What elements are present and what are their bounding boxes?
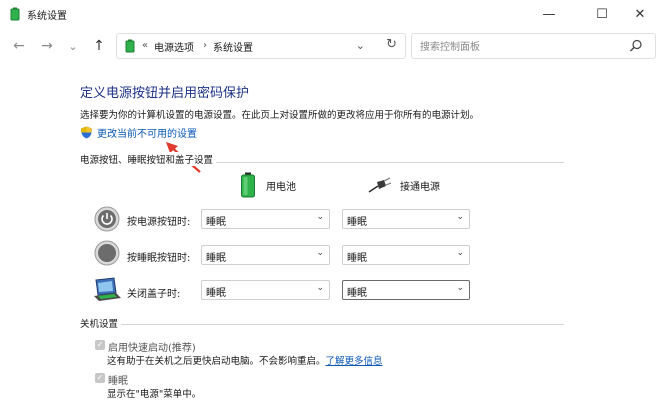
overflow-icon: « — [142, 40, 149, 51]
fast-startup-checkbox[interactable]: ✓ — [95, 340, 105, 350]
sleep-button-plugged-select[interactable]: 睡眠 ⌄ — [342, 245, 470, 265]
sleep-checkbox[interactable]: ✓ — [95, 373, 105, 383]
recent-locations-button[interactable]: ⌄ — [64, 37, 82, 55]
chevron-down-icon: ⌄ — [456, 283, 464, 293]
learn-more-link[interactable]: 了解更多信息 — [326, 356, 383, 367]
window-title: 系统设置 — [27, 11, 67, 22]
checkmark-icon: ✓ — [96, 340, 104, 349]
sleep-label: 睡眠 — [108, 376, 128, 387]
breadcrumb-system-settings[interactable]: 系统设置 — [213, 39, 253, 54]
power-options-icon — [10, 7, 20, 21]
chevron-down-icon: ⌄ — [316, 248, 324, 258]
forward-arrow-icon: → — [41, 38, 53, 54]
forward-button[interactable]: → — [38, 37, 56, 55]
sleep-button-icon — [94, 240, 120, 266]
shutdown-group-divider — [80, 324, 564, 325]
lid-close-battery-select[interactable]: 睡眠 ⌄ — [201, 280, 330, 300]
close-button[interactable]: ✕ — [617, 0, 663, 28]
minimize-button[interactable]: — — [526, 0, 572, 28]
minimize-icon: — — [542, 6, 556, 22]
chevron-down-icon: ⌄ — [456, 212, 464, 222]
address-bar[interactable]: « 电源选项 › 系统设置 ⌄ ↻ — [116, 33, 406, 59]
selected-value: 睡眠 — [347, 217, 367, 228]
chevron-down-icon: ⌄ — [68, 39, 78, 53]
fast-startup-description: 这有助于在关机之后更快启动电脑。不会影响重启。了解更多信息 — [107, 353, 383, 367]
laptop-lid-icon — [94, 277, 121, 301]
sleep-button-label: 按睡眠按钮时: — [127, 253, 191, 264]
shutdown-group-title: 关机设置 — [80, 316, 122, 330]
power-group-title: 电源按钮、睡眠按钮和盖子设置 — [80, 152, 217, 166]
fast-startup-label: 启用快速启动(推荐) — [108, 343, 196, 354]
checkmark-icon: ✓ — [96, 373, 104, 382]
up-arrow-icon: ↑ — [93, 38, 105, 54]
lid-close-plugged-select[interactable]: 睡眠 ⌄ — [342, 280, 470, 300]
power-button-label: 按电源按钮时: — [127, 217, 191, 228]
address-row: ← → ⌄ ↑ « 电源选项 › 系统设置 ⌄ ↻ — [0, 28, 663, 64]
uac-shield-icon — [81, 126, 92, 139]
column-plugged-in: 接通电源 — [368, 176, 440, 194]
breadcrumb-separator-icon: › — [203, 40, 207, 51]
power-plug-icon — [368, 177, 392, 193]
search-box[interactable] — [411, 33, 656, 59]
search-input[interactable] — [418, 38, 622, 56]
sleep-description: 显示在"电源"菜单中。 — [107, 389, 202, 400]
chevron-down-icon: ⌄ — [456, 248, 464, 258]
power-button-battery-select[interactable]: 睡眠 ⌄ — [201, 209, 330, 229]
selected-value: 睡眠 — [206, 253, 226, 264]
fast-startup-desc-text: 这有助于在关机之后更快启动电脑。不会影响重启。 — [107, 356, 326, 367]
back-button[interactable]: ← — [10, 37, 28, 55]
page-description: 选择要为你的计算机设置的电源设置。在此页上对设置所做的更改将应用于你所有的电源计… — [80, 110, 480, 121]
lid-close-label: 关闭盖子时: — [127, 289, 181, 300]
up-button[interactable]: ↑ — [90, 37, 108, 55]
maximize-icon: ☐ — [596, 6, 608, 22]
selected-value: 睡眠 — [206, 288, 226, 299]
selected-value: 睡眠 — [347, 253, 367, 264]
column-battery-label: 用电池 — [266, 181, 296, 193]
back-arrow-icon: ← — [13, 38, 25, 54]
title-bar: 系统设置 — ☐ ✕ — [0, 0, 663, 28]
search-icon[interactable] — [629, 39, 643, 53]
selected-value: 睡眠 — [347, 288, 367, 299]
refresh-icon[interactable]: ↻ — [386, 37, 397, 52]
close-icon: ✕ — [634, 6, 646, 22]
breadcrumb-power-options[interactable]: 电源选项 — [154, 39, 194, 54]
power-options-icon — [125, 39, 135, 53]
column-plugged-in-label: 接通电源 — [400, 181, 440, 193]
page-title: 定义电源按钮并启用密码保护 — [80, 86, 250, 101]
sleep-button-battery-select[interactable]: 睡眠 ⌄ — [201, 245, 330, 265]
column-battery: 用电池 — [240, 172, 296, 198]
chevron-down-icon: ⌄ — [316, 283, 324, 293]
address-dropdown-icon[interactable]: ⌄ — [356, 39, 365, 52]
chevron-down-icon: ⌄ — [316, 212, 324, 222]
power-button-plugged-select[interactable]: 睡眠 ⌄ — [342, 209, 470, 229]
battery-icon — [241, 172, 255, 198]
selected-value: 睡眠 — [206, 217, 226, 228]
power-button-icon — [94, 206, 120, 232]
